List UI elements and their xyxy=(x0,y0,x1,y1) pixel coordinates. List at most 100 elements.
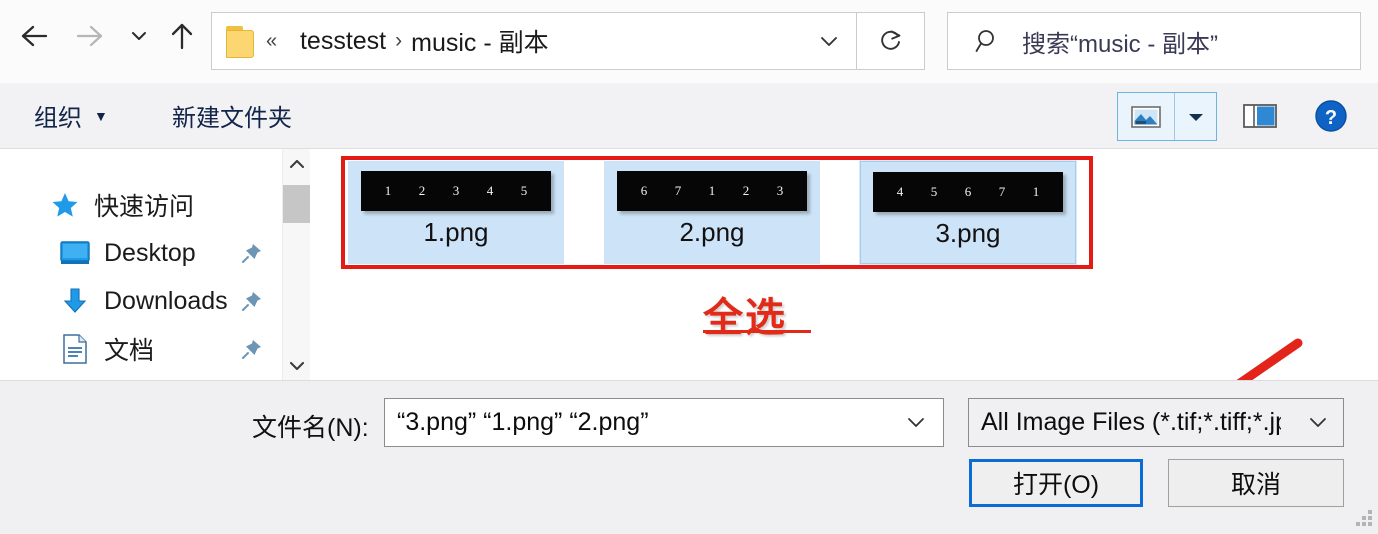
pin-icon[interactable] xyxy=(240,241,264,265)
arrow-right-icon xyxy=(75,23,105,49)
file-name-label: 1.png xyxy=(423,217,489,247)
scroll-up-button[interactable] xyxy=(283,149,310,179)
thumbnail-view-icon xyxy=(1131,105,1162,129)
thumb-digit: 4 xyxy=(486,183,494,198)
up-one-level-button[interactable] xyxy=(160,14,204,58)
cancel-button-label: 取消 xyxy=(1230,471,1281,499)
breadcrumb-separator[interactable]: › xyxy=(386,29,411,53)
filename-input[interactable]: “3.png” “1.png” “2.png” xyxy=(397,408,649,437)
search-box[interactable]: 搜索“music - 副本” xyxy=(947,12,1361,70)
thumb-digit: 7 xyxy=(674,183,682,198)
pin-icon[interactable] xyxy=(240,289,264,313)
thumb-digit: 6 xyxy=(640,183,648,198)
chevron-down-icon xyxy=(818,33,840,49)
chevron-down-icon[interactable] xyxy=(905,415,927,430)
navigation-bar: « tesstest › music - 副本 搜索“music - 副本” xyxy=(0,0,1378,83)
command-bar: 组织 ▼ 新建文件夹 ? xyxy=(0,83,1378,149)
file-item-1[interactable]: 1 2 3 4 5 1.png xyxy=(348,161,564,264)
thumb-digit: 5 xyxy=(520,183,528,198)
address-dropdown-button[interactable] xyxy=(802,13,856,69)
view-mode-group xyxy=(1117,92,1217,141)
search-icon xyxy=(974,27,1002,55)
file-name-label: 2.png xyxy=(679,217,745,247)
pin-icon[interactable] xyxy=(240,337,264,361)
chevron-down-icon xyxy=(288,359,306,372)
refresh-button[interactable] xyxy=(857,12,925,70)
filetype-combobox[interactable]: All Image Files (*.tif;*.tiff;*.jpg xyxy=(968,398,1344,447)
vertical-scrollbar[interactable] xyxy=(282,149,310,380)
filetype-value: All Image Files (*.tif;*.tiff;*.jpg xyxy=(981,408,1281,436)
sidebar-item-label: 快速访问 xyxy=(94,193,195,221)
chevron-down-icon: ▼ xyxy=(94,107,108,124)
monitor-icon xyxy=(58,236,92,270)
breadcrumb-item-0[interactable]: tesstest xyxy=(300,27,386,56)
annotation-underline xyxy=(703,330,811,333)
sidebar-item-label: Desktop xyxy=(104,238,196,267)
new-folder-label: 新建文件夹 xyxy=(172,105,292,132)
file-name-label: 3.png xyxy=(935,218,1001,248)
star-icon xyxy=(48,188,82,222)
thumb-digit: 7 xyxy=(998,184,1006,199)
thumb-digit: 1 xyxy=(384,183,392,198)
arrow-up-icon xyxy=(169,21,195,51)
search-input[interactable]: 搜索“music - 副本” xyxy=(1022,24,1218,59)
sidebar-item-documents[interactable]: 文档 xyxy=(0,325,282,373)
chevron-down-icon xyxy=(1186,110,1206,124)
thumb-digit: 5 xyxy=(930,184,938,199)
scrollbar-thumb[interactable] xyxy=(283,185,310,223)
sidebar-item-quick-access[interactable]: 快速访问 xyxy=(0,181,282,229)
file-item-3[interactable]: 4 5 6 7 1 3.png xyxy=(859,160,1077,265)
help-button[interactable]: ? xyxy=(1312,97,1350,135)
breadcrumb-spacer xyxy=(276,29,300,53)
file-thumbnail: 1 2 3 4 5 xyxy=(361,171,551,211)
filename-combobox[interactable]: “3.png” “1.png” “2.png” xyxy=(384,398,944,447)
thumb-digit: 3 xyxy=(452,183,460,198)
breadcrumb-item-1[interactable]: music - 副本 xyxy=(411,23,549,59)
folder-icon xyxy=(226,26,254,58)
svg-text:?: ? xyxy=(1325,107,1337,129)
breadcrumb-overflow[interactable]: « xyxy=(266,30,277,53)
open-button-label: 打开(O) xyxy=(1012,471,1100,499)
annotation-select-all-label: 全选 xyxy=(703,295,787,341)
new-folder-button[interactable]: 新建文件夹 xyxy=(160,83,304,148)
thumb-digit: 4 xyxy=(896,184,904,199)
cancel-button[interactable]: 取消 xyxy=(1168,459,1344,507)
scroll-down-button[interactable] xyxy=(283,350,310,380)
chevron-down-icon[interactable] xyxy=(1307,415,1329,430)
open-button[interactable]: 打开(O) xyxy=(969,459,1143,507)
view-dropdown-button[interactable] xyxy=(1175,93,1216,140)
file-item-2[interactable]: 6 7 1 2 3 2.png xyxy=(604,161,820,264)
address-bar[interactable]: « tesstest › music - 副本 xyxy=(211,12,857,70)
preview-pane-icon xyxy=(1243,103,1277,129)
thumb-digit: 1 xyxy=(1032,184,1040,199)
document-icon xyxy=(58,332,92,366)
thumb-digit: 3 xyxy=(776,183,784,198)
resize-grip-icon[interactable] xyxy=(1352,508,1374,530)
back-button[interactable] xyxy=(12,14,56,58)
change-view-button[interactable] xyxy=(1118,93,1176,140)
download-arrow-icon xyxy=(58,284,92,318)
thumb-digit: 1 xyxy=(708,183,716,198)
chevron-up-icon xyxy=(288,158,306,171)
file-thumbnail: 6 7 1 2 3 xyxy=(617,171,807,211)
sidebar-item-label: Downloads xyxy=(104,286,228,315)
sidebar-item-label: 文档 xyxy=(104,337,155,365)
thumb-digit: 6 xyxy=(964,184,972,199)
navigation-pane: 快速访问 Desktop Downloads 文档 xyxy=(0,149,282,380)
thumb-digit: 2 xyxy=(418,183,426,198)
breadcrumb: « tesstest › music - 副本 xyxy=(266,23,549,59)
file-thumbnail: 4 5 6 7 1 xyxy=(873,172,1063,212)
forward-button[interactable] xyxy=(68,14,112,58)
organize-label: 组织 xyxy=(34,105,82,132)
arrow-left-icon xyxy=(19,23,49,49)
sidebar-item-desktop[interactable]: Desktop xyxy=(0,229,282,277)
chevron-down-icon xyxy=(130,29,148,43)
sidebar-item-downloads[interactable]: Downloads xyxy=(0,277,282,325)
help-question-icon: ? xyxy=(1314,99,1348,133)
refresh-icon xyxy=(878,27,904,55)
recent-locations-button[interactable] xyxy=(124,14,154,58)
filename-label: 文件名(N): xyxy=(252,414,369,442)
organize-menu-button[interactable]: 组织 ▼ xyxy=(22,83,120,148)
preview-pane-button[interactable] xyxy=(1240,97,1280,135)
file-list-view[interactable]: 1 2 3 4 5 1.png 6 7 1 2 3 2.png 4 5 6 7 … xyxy=(310,149,1378,380)
